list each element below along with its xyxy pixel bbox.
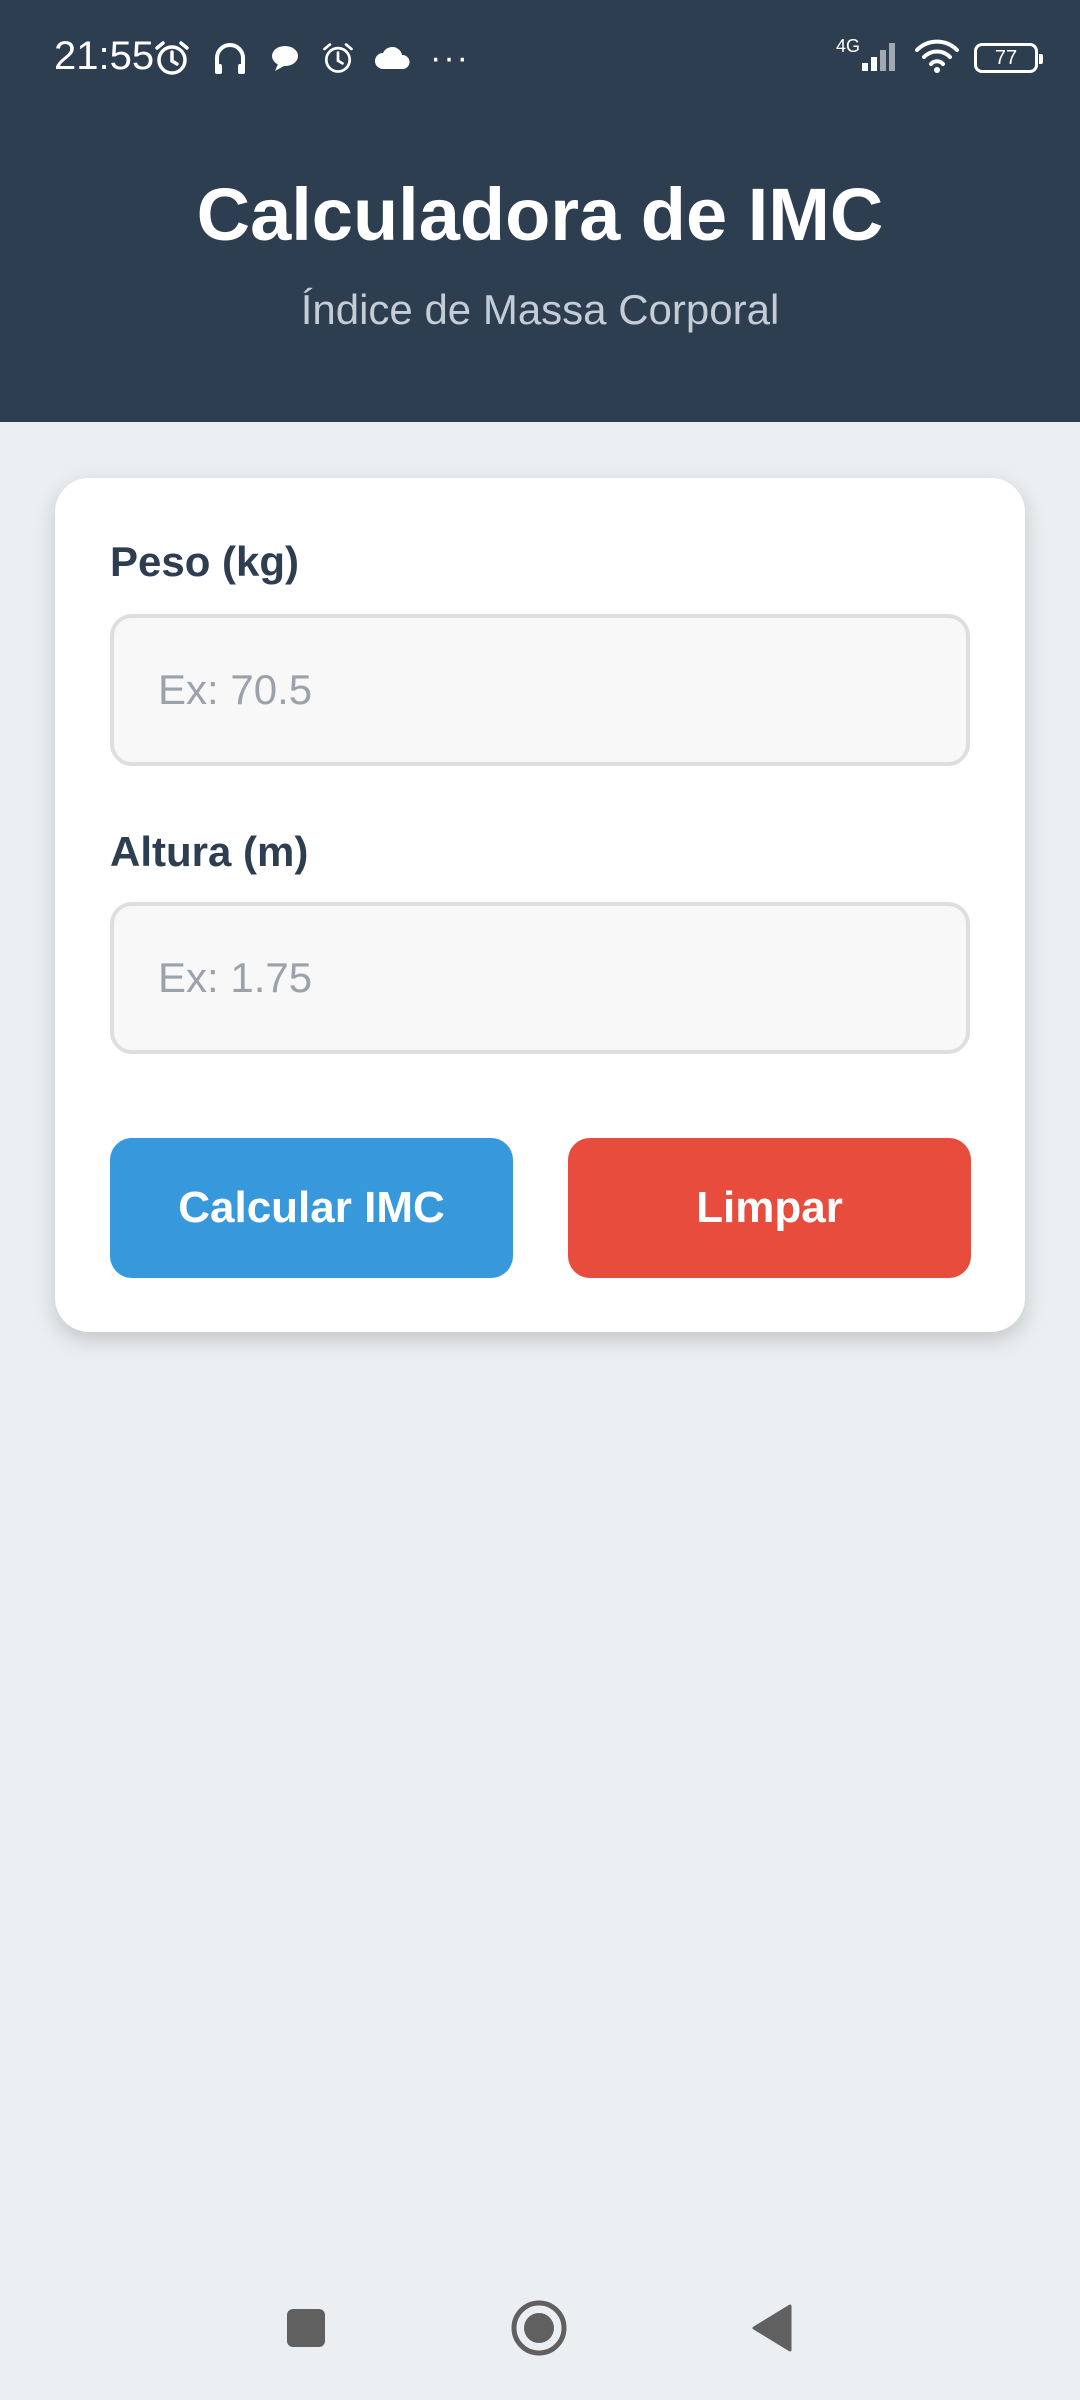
imc-form-card: Peso (kg) Altura (m) Calcular IMC Limpar xyxy=(55,478,1025,1332)
more-notifications-icon: ··· xyxy=(430,38,470,77)
chat-bubble-icon xyxy=(268,41,302,75)
alarm-clock-icon xyxy=(152,38,192,78)
clear-button[interactable]: Limpar xyxy=(568,1138,971,1278)
height-label: Altura (m) xyxy=(110,828,309,875)
app-subtitle: Índice de Massa Corporal xyxy=(300,286,780,333)
network-type: 4G xyxy=(835,35,860,56)
battery-level: 77 xyxy=(994,46,1018,69)
system-icons: 4G 77 xyxy=(835,30,1043,86)
back-button[interactable] xyxy=(740,2298,804,2362)
status-time: 21:55 xyxy=(54,34,155,78)
recents-icon xyxy=(286,2308,326,2353)
home-icon xyxy=(510,2299,568,2362)
height-input[interactable] xyxy=(110,902,970,1054)
notification-icons: ··· xyxy=(152,30,470,86)
weight-label: Peso (kg) xyxy=(110,538,300,585)
navigation-bar xyxy=(0,2280,1080,2380)
alarm-icon xyxy=(320,40,356,76)
status-bar: 21:55 ··· 4G 77 xyxy=(0,0,1080,115)
home-button[interactable] xyxy=(507,2298,571,2362)
cloud-icon xyxy=(374,43,412,73)
battery-indicator: 77 xyxy=(974,43,1043,73)
back-icon xyxy=(750,2304,794,2357)
wifi-icon xyxy=(914,38,960,79)
recents-button[interactable] xyxy=(274,2298,338,2362)
signal-icon xyxy=(860,39,900,78)
weight-input[interactable] xyxy=(110,614,970,766)
headphones-icon xyxy=(210,38,250,78)
app-title: Calculadora de IMC xyxy=(196,173,884,256)
calculate-imc-button[interactable]: Calcular IMC xyxy=(110,1138,513,1278)
app-header: 21:55 ··· 4G 77 Calculadora de IMC Índic… xyxy=(0,0,1080,422)
